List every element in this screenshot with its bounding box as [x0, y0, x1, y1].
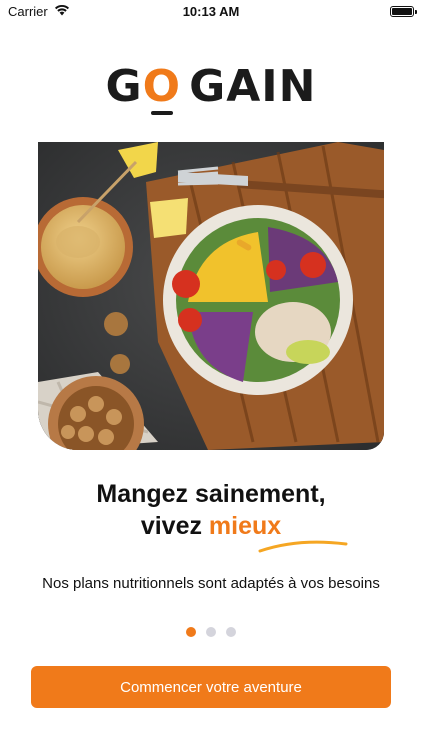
headline-line-1: Mangez sainement, — [96, 480, 326, 508]
hero-image — [38, 142, 384, 450]
logo-word-gain: GAIN — [189, 61, 317, 112]
app-logo: G O GAIN — [0, 52, 422, 115]
status-time: 10:13 AM — [182, 3, 240, 19]
logo-letter-o: O — [143, 61, 181, 115]
start-adventure-button[interactable]: Commencer votre aventure — [31, 666, 391, 708]
pagination-dots — [0, 627, 422, 637]
logo-letter-g: G — [105, 61, 143, 112]
pagination-dot-3[interactable] — [226, 627, 236, 637]
headline-line-2: vivez mieux — [140, 512, 282, 540]
pagination-dot-2[interactable] — [206, 627, 216, 637]
swoosh-underline — [258, 540, 348, 553]
status-bar: Carrier 10:13 AM — [0, 0, 422, 22]
subtitle: Nos plans nutritionnels sont adaptés à v… — [42, 575, 380, 592]
battery-full-icon — [390, 5, 417, 17]
salad-bowl — [163, 205, 353, 395]
pagination-dot-1[interactable] — [186, 627, 196, 637]
headline: Mangez sainement, vivez mieux — [0, 478, 422, 542]
